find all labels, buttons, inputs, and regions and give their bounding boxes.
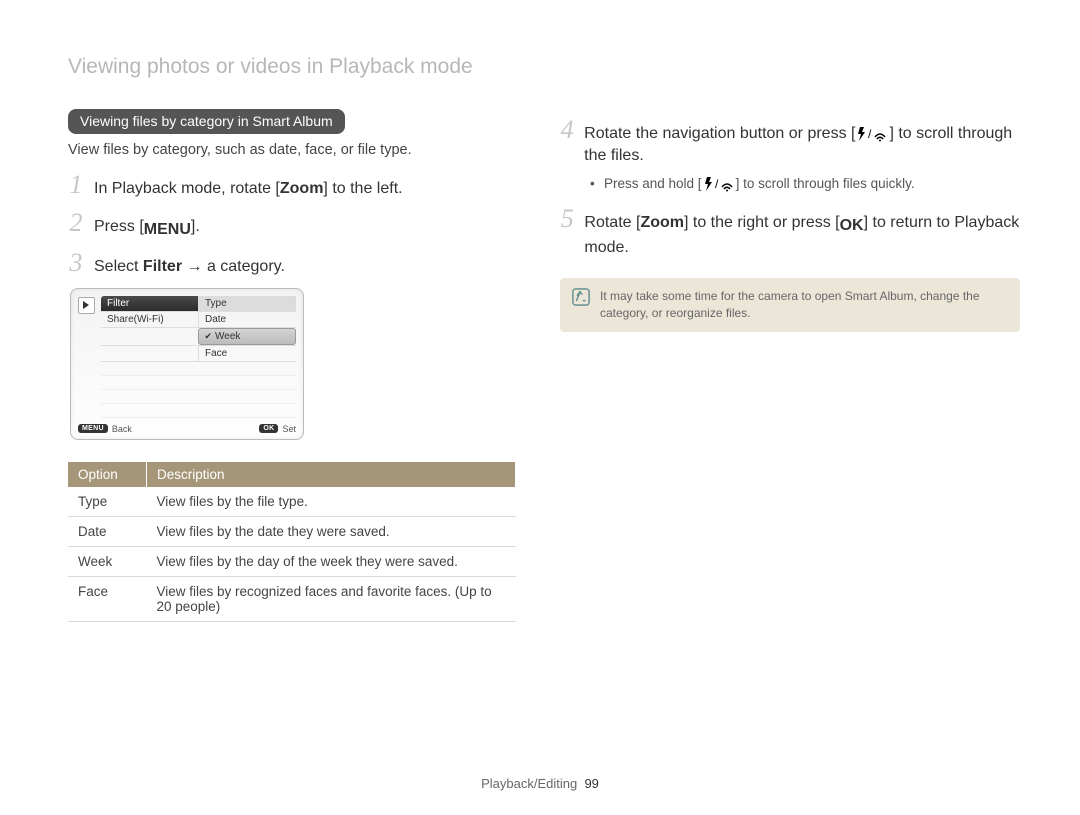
table-row: TypeView files by the file type. (68, 487, 516, 517)
steps-left: 1 In Playback mode, rotate [Zoom] to the… (68, 172, 516, 278)
menu-icon: MENU (144, 219, 191, 241)
step-text: Rotate the navigation button or press [/… (584, 123, 1020, 166)
note-box: It may take some time for the camera to … (560, 278, 1020, 332)
step-number: 1 (68, 172, 84, 198)
page-footer: Playback/Editing 99 (0, 776, 1080, 791)
step-number: 5 (560, 206, 574, 232)
step-number: 3 (68, 250, 84, 276)
step-number: 4 (560, 117, 574, 143)
sub-bullet: Press and hold [/] to scroll through fil… (590, 176, 1020, 192)
table-header-description: Description (147, 462, 516, 487)
steps-right: 4 Rotate the navigation button or press … (560, 117, 1020, 166)
right-column: 4 Rotate the navigation button or press … (560, 109, 1020, 622)
step-number: 2 (68, 210, 84, 236)
flash-wifi-icon: / (702, 176, 736, 192)
set-button-hint: OK Set (259, 424, 296, 434)
page-title: Viewing photos or videos in Playback mod… (68, 55, 1020, 79)
svg-text:/: / (868, 127, 872, 141)
section-heading: Viewing files by category in Smart Album (68, 109, 345, 134)
steps-right-cont: 5 Rotate [Zoom] to the right or press [O… (560, 206, 1020, 258)
table-header-option: Option (68, 462, 147, 487)
intro-text: View files by category, such as date, fa… (68, 142, 516, 158)
table-row: DateView files by the date they were sav… (68, 516, 516, 546)
table-row: FaceView files by recognized faces and f… (68, 576, 516, 621)
menu-item-filter: Filter (101, 296, 198, 311)
left-column: Viewing files by category in Smart Album… (68, 109, 516, 622)
menu-option: Date (198, 312, 296, 327)
menu-button-icon: MENU (78, 424, 108, 433)
options-table: Option Description TypeView files by the… (68, 462, 516, 622)
menu-value: Type (198, 296, 296, 311)
svg-text:/: / (715, 177, 719, 191)
ok-icon: OK (840, 215, 864, 237)
step-text: In Playback mode, rotate [Zoom] to the l… (94, 178, 403, 200)
menu-option: Face (198, 346, 296, 361)
camera-screen-mockup: Filter Type Share(Wi-Fi) Date Week (70, 288, 304, 440)
menu-option-selected: Week (198, 328, 297, 345)
step-text: Press [MENU]. (94, 216, 200, 241)
ok-button-icon: OK (259, 424, 278, 433)
note-icon (572, 288, 590, 306)
flash-wifi-icon: / (855, 126, 889, 142)
step-text: Select Filter → a category. (94, 256, 285, 278)
table-row: WeekView files by the day of the week th… (68, 546, 516, 576)
menu-item-share: Share(Wi-Fi) (101, 312, 198, 327)
note-text: It may take some time for the camera to … (600, 288, 1008, 322)
playback-icon (78, 297, 95, 314)
back-button-hint: MENU Back (78, 424, 132, 434)
step-text: Rotate [Zoom] to the right or press [OK]… (584, 212, 1020, 258)
